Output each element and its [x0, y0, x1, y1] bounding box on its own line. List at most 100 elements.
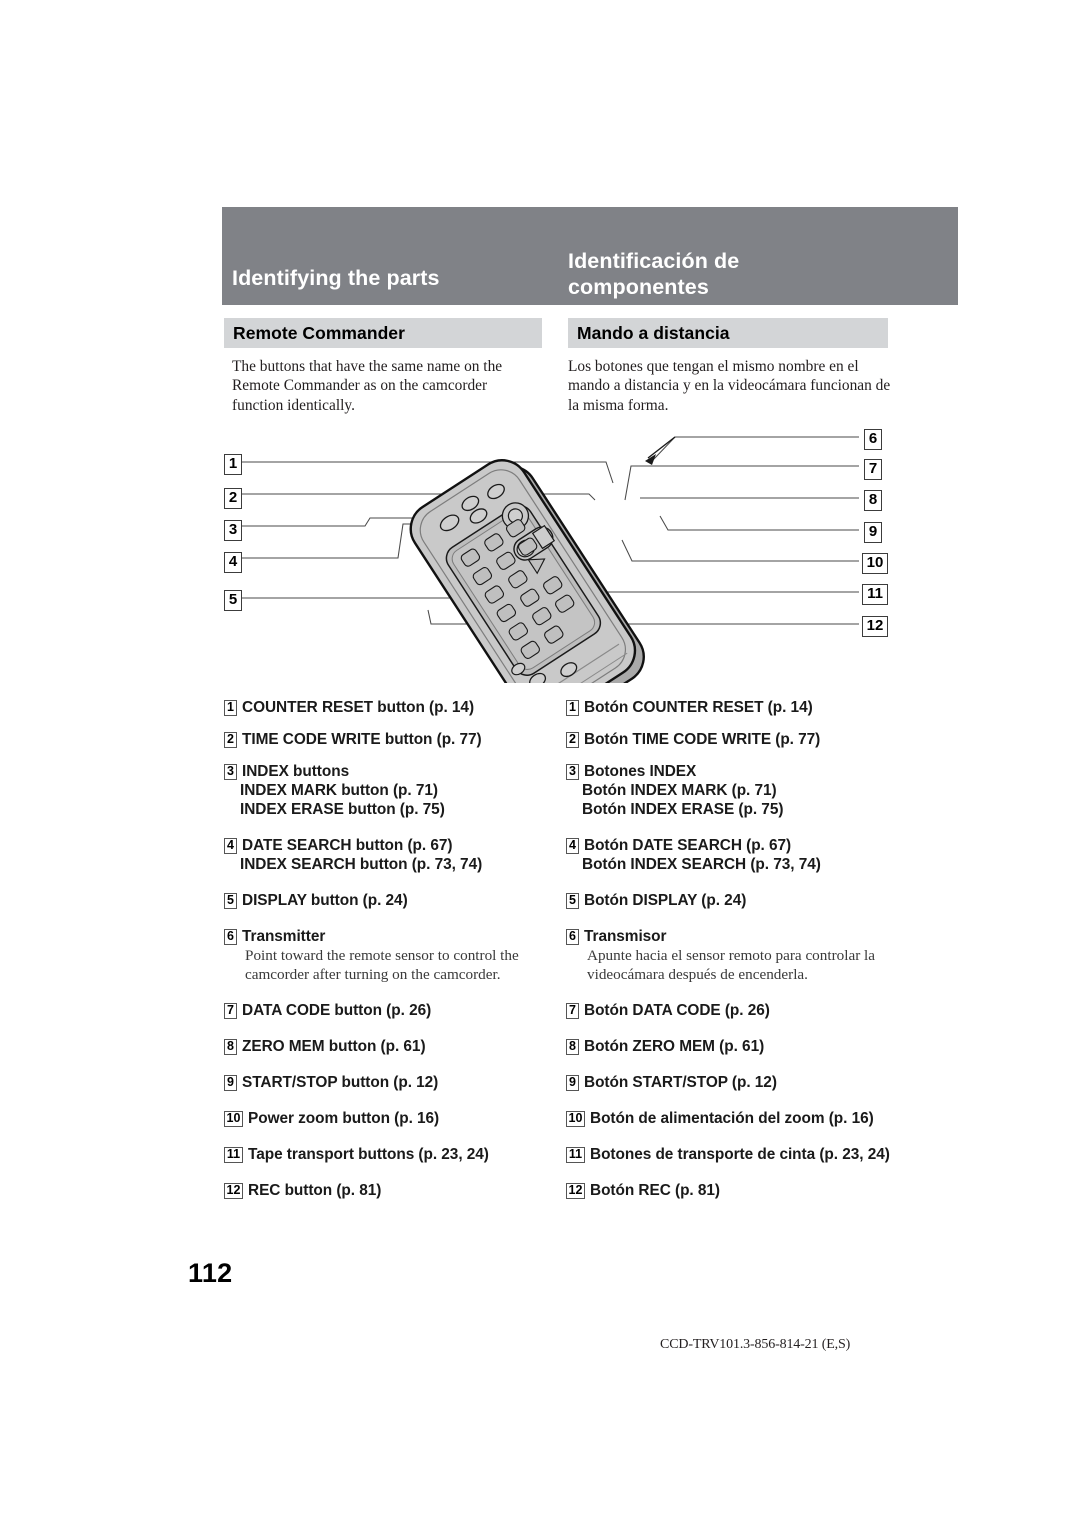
list-item: 11 Botones de transporte de cinta (p. 23,…: [566, 1145, 916, 1164]
list-item: 7 DATA CODE button (p. 26): [224, 1001, 554, 1020]
list-item: 9 Botón START/STOP (p. 12): [566, 1073, 916, 1092]
diagram-marker-1: 1: [224, 454, 242, 475]
item-number: 7: [224, 1003, 237, 1020]
item-number: 3: [224, 764, 237, 780]
list-item: 1 Botón COUNTER RESET (p. 14): [566, 698, 916, 717]
item-number: 2: [566, 732, 579, 748]
item-label: ZERO MEM button (p. 61): [242, 1038, 426, 1056]
list-item: 6 Transmitter Point toward the remote sen…: [224, 927, 554, 984]
item-number: 10: [566, 1111, 585, 1128]
item-label: Botón COUNTER RESET (p. 14): [584, 699, 813, 716]
page-title-spanish-line1: Identificación de: [568, 249, 740, 273]
item-number: 10: [224, 1111, 243, 1128]
intro-paragraph-spanish: Los botones que tengan el mismo nombre e…: [568, 358, 891, 414]
item-number: 12: [566, 1183, 585, 1200]
subheading-english: Remote Commander: [224, 318, 542, 348]
item-label: START/STOP button (p. 12): [242, 1074, 439, 1092]
item-label: Botón DISPLAY (p. 24): [584, 892, 747, 909]
item-number: 6: [566, 929, 579, 945]
page-title-spanish-line2: componentes: [568, 275, 709, 299]
subheading-spanish: Mando a distancia: [568, 318, 888, 348]
item-label: Tape transport buttons (p. 23, 24): [248, 1146, 489, 1164]
item-label: Botón START/STOP (p. 12): [584, 1074, 777, 1092]
parts-list-english: 1 COUNTER RESET button (p. 14) 2 TIME CODE…: [224, 698, 554, 1213]
list-item: 4 Botón DATE SEARCH (p. 67) Botón INDEX S…: [566, 836, 916, 874]
item-number: 11: [566, 1147, 585, 1164]
item-subline: INDEX ERASE button (p. 75): [240, 801, 445, 818]
item-number: 4: [224, 838, 237, 854]
diagram-marker-10: 10: [862, 553, 888, 574]
item-number: 2: [224, 732, 237, 748]
list-item: 2 Botón TIME CODE WRITE (p. 77): [566, 730, 916, 749]
subheading-english-label: Remote Commander: [233, 323, 405, 343]
remote-commander-illustration: [241, 436, 859, 683]
list-item: 7 Botón DATA CODE (p. 26): [566, 1001, 916, 1020]
item-number: 3: [566, 764, 579, 780]
list-item: 12 REC button (p. 81): [224, 1181, 554, 1200]
item-description: Apunte hacia el sensor remoto para contr…: [587, 947, 876, 984]
list-item: 9 START/STOP button (p. 12): [224, 1073, 554, 1092]
diagram-marker-8: 8: [864, 490, 882, 511]
item-label: DATA CODE button (p. 26): [242, 1002, 432, 1020]
intro-paragraph-english: The buttons that have the same name on t…: [232, 358, 503, 414]
item-label: Botón DATA CODE (p. 26): [584, 1002, 770, 1020]
diagram-marker-4: 4: [224, 552, 242, 573]
diagram-marker-5: 5: [224, 590, 242, 611]
item-number: 7: [566, 1003, 579, 1020]
item-subline: Botón INDEX MARK (p. 71): [582, 782, 777, 799]
list-item: 5 DISPLAY button (p. 24): [224, 891, 554, 910]
item-label: REC button (p. 81): [248, 1182, 382, 1200]
item-label: TIME CODE WRITE button (p. 77): [242, 731, 482, 748]
item-subline: Botón INDEX SEARCH (p. 73, 74): [582, 856, 821, 873]
item-number: 9: [566, 1075, 579, 1092]
item-label: Power zoom button (p. 16): [248, 1110, 440, 1128]
item-label: Botón DATE SEARCH (p. 67): [584, 837, 792, 854]
item-label: Botones de transporte de cinta (p. 23, 2…: [590, 1146, 890, 1164]
list-item: 3 INDEX buttons INDEX MARK button (p. 71)…: [224, 762, 554, 819]
item-number: 1: [566, 700, 579, 716]
diagram-marker-2: 2: [224, 488, 242, 509]
diagram-marker-11: 11: [862, 584, 888, 605]
item-number: 1: [224, 700, 237, 716]
page-title-spanish: Identificación de componentes: [568, 248, 928, 300]
item-number: 9: [224, 1075, 237, 1092]
item-number: 5: [566, 893, 579, 909]
manual-page: Identifying the parts Identificación de c…: [0, 0, 1080, 1528]
diagram-marker-6: 6: [864, 429, 882, 450]
item-number: 12: [224, 1183, 243, 1200]
list-item: 12 Botón REC (p. 81): [566, 1181, 916, 1200]
item-number: 8: [566, 1039, 579, 1056]
list-item: 3 Botones INDEX Botón INDEX MARK (p. 71) …: [566, 762, 916, 819]
list-item: 10 Botón de alimentación del zoom (p. 16): [566, 1109, 916, 1128]
list-item: 2 TIME CODE WRITE button (p. 77): [224, 730, 554, 749]
item-label: INDEX buttons: [242, 763, 350, 780]
item-label: DATE SEARCH button (p. 67): [242, 837, 453, 854]
item-label: Botón ZERO MEM (p. 61): [584, 1038, 765, 1056]
list-item: 8 Botón ZERO MEM (p. 61): [566, 1037, 916, 1056]
item-number: 5: [224, 893, 237, 909]
item-label: Transmisor: [584, 928, 667, 945]
item-subline: INDEX MARK button (p. 71): [240, 782, 438, 799]
page-number: 112: [188, 1258, 233, 1288]
list-item: 11 Tape transport buttons (p. 23, 24): [224, 1145, 554, 1164]
list-item: 4 DATE SEARCH button (p. 67) INDEX SEARCH…: [224, 836, 554, 874]
item-label: Botón REC (p. 81): [590, 1182, 720, 1200]
item-subline: INDEX SEARCH button (p. 73, 74): [240, 856, 483, 873]
item-label: Botón TIME CODE WRITE (p. 77): [584, 731, 821, 748]
remote-body: [409, 459, 645, 683]
list-item: 6 Transmisor Apunte hacia el sensor remot…: [566, 927, 916, 984]
diagram-marker-3: 3: [224, 520, 242, 541]
list-item: 1 COUNTER RESET button (p. 14): [224, 698, 554, 717]
remote-commander-diagram: [220, 418, 900, 683]
item-label: Transmitter: [242, 928, 326, 945]
footer-document-code: CCD-TRV101.3-856-814-21 (E,S): [660, 1337, 851, 1352]
diagram-marker-9: 9: [864, 522, 882, 543]
page-title-english: Identifying the parts: [232, 266, 440, 290]
diagram-marker-12: 12: [862, 616, 888, 637]
item-label: Botones INDEX: [584, 763, 697, 780]
list-item: 5 Botón DISPLAY (p. 24): [566, 891, 916, 910]
item-number: 4: [566, 838, 579, 854]
parts-list-spanish: 1 Botón COUNTER RESET (p. 14) 2 Botón TIME…: [566, 698, 916, 1213]
transmitter-arrow: [645, 436, 676, 465]
item-description: Point toward the remote sensor to contro…: [245, 947, 519, 984]
